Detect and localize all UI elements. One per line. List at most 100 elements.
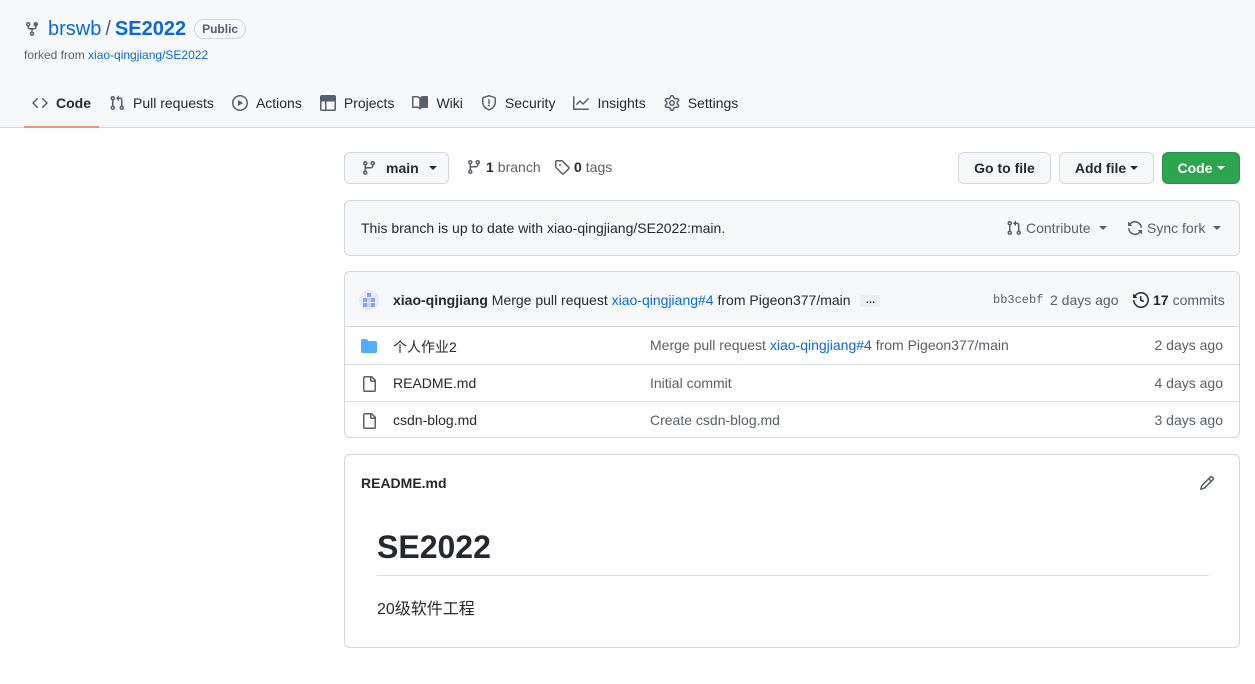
add-file-button[interactable]: Add file — [1059, 152, 1154, 184]
file-commit-message[interactable]: Initial commit — [650, 375, 732, 391]
play-icon — [231, 95, 248, 111]
tab-wiki-label: Wiki — [436, 95, 463, 111]
commit-pr-link[interactable]: xiao-qingjiang#4 — [612, 292, 714, 308]
branch-selector-label: main — [386, 160, 419, 176]
file-icon — [363, 413, 376, 429]
latest-commit-bar: xiao-qingjiang Merge pull request xiao-q… — [345, 272, 1239, 327]
file-commit-message[interactable]: Create csdn-blog.md — [650, 412, 780, 428]
file-commit-message[interactable]: Merge pull request xiao-qingjiang#4 from… — [650, 337, 1009, 353]
file-row[interactable]: csdn-blog.md Create csdn-blog.md 3 days … — [345, 401, 1239, 437]
commit-history-link[interactable]: 17 commits — [1133, 292, 1225, 308]
readme-heading: SE2022 — [377, 527, 1209, 576]
forked-from-label: forked from — [24, 48, 85, 62]
commit-time: 2 days ago — [1050, 292, 1119, 308]
go-to-file-button[interactable]: Go to file — [958, 152, 1051, 184]
readme-body: 20级软件工程 — [377, 601, 475, 618]
path-separator: / — [105, 17, 111, 40]
code-button[interactable]: Code — [1162, 152, 1240, 184]
pull-request-icon — [1007, 220, 1022, 236]
git-branch-icon — [467, 160, 480, 175]
tags-link[interactable]: 0 tags — [554, 159, 612, 175]
tab-security[interactable]: Security — [473, 86, 564, 128]
forked-from-line: forked from xiao-qingjiang/SE2022 — [24, 48, 208, 62]
tab-settings-label: Settings — [687, 95, 739, 111]
history-icon — [1133, 292, 1149, 308]
shield-icon — [481, 95, 496, 111]
readme-panel: README.md SE2022 20级软件工程 — [344, 454, 1240, 648]
branch-selector-button[interactable]: main — [344, 152, 449, 184]
file-commit-pr-link[interactable]: xiao-qingjiang#4 — [770, 337, 872, 353]
file-name-link[interactable]: csdn-blog.md — [393, 412, 477, 428]
file-age: 4 days ago — [1154, 375, 1224, 391]
sync-fork-label: Sync fork — [1147, 220, 1206, 236]
tab-settings[interactable]: Settings — [656, 86, 747, 128]
tag-count: 0 — [574, 159, 582, 175]
repo-title-row: brswb / SE2022 Public — [24, 16, 247, 42]
code-icon — [32, 97, 48, 109]
table-icon — [319, 95, 336, 111]
file-icon — [363, 376, 376, 392]
file-commit-suffix[interactable]: from Pigeon377/main — [876, 337, 1009, 353]
repo-name-link[interactable]: SE2022 — [115, 18, 186, 41]
tag-label: tags — [585, 159, 613, 175]
repo-forked-icon — [26, 22, 38, 37]
expand-commit-message-button[interactable]: … — [860, 295, 881, 308]
readme-filename[interactable]: README.md — [361, 475, 447, 491]
add-file-label: Add file — [1074, 160, 1127, 176]
chevron-down-icon — [1098, 226, 1107, 230]
tab-code-label: Code — [56, 95, 91, 111]
fork-sync-banner: This branch is up to date with xiao-qing… — [344, 200, 1240, 256]
sync-icon — [1128, 221, 1142, 235]
tab-pull-requests[interactable]: Pull requests — [101, 86, 222, 128]
code-button-label: Code — [1177, 160, 1213, 176]
tag-icon — [555, 160, 570, 175]
sync-status-message: This branch is up to date with xiao-qing… — [361, 220, 726, 236]
contribute-label: Contribute — [1026, 220, 1091, 236]
gear-icon — [664, 95, 680, 111]
pull-request-icon — [110, 95, 125, 111]
file-browser: xiao-qingjiang Merge pull request xiao-q… — [344, 271, 1240, 438]
file-name-link[interactable]: README.md — [393, 375, 476, 391]
file-row[interactable]: 个人作业2 Merge pull request xiao-qingjiang#… — [345, 327, 1239, 364]
tab-actions[interactable]: Actions — [224, 86, 310, 128]
commit-sha-link[interactable]: bb3cebf — [993, 293, 1043, 307]
file-age: 3 days ago — [1154, 412, 1224, 428]
repo-header: brswb / SE2022 Public forked from xiao-q… — [0, 0, 1255, 128]
commit-count: 17 — [1153, 292, 1169, 308]
file-name-link[interactable]: 个人作业2 — [393, 337, 457, 357]
tab-projects-label: Projects — [343, 95, 395, 111]
chevron-down-icon — [1213, 226, 1222, 230]
tab-security-label: Security — [504, 95, 556, 111]
branch-label: branch — [497, 159, 541, 175]
commit-count-label: commits — [1172, 292, 1225, 308]
tab-insights[interactable]: Insights — [565, 86, 653, 128]
repo-nav-tabs: Code Pull requests Actions Projects Wiki… — [24, 86, 748, 128]
chevron-down-icon — [1130, 166, 1139, 170]
branches-link[interactable]: 1 branch — [466, 159, 541, 175]
tab-projects[interactable]: Projects — [312, 86, 403, 128]
commit-message-prefix[interactable]: Merge pull request — [492, 292, 608, 308]
latest-commit-message: xiao-qingjiang Merge pull request xiao-q… — [393, 292, 881, 308]
file-age: 2 days ago — [1154, 337, 1224, 353]
forked-source-link[interactable]: xiao-qingjiang/SE2022 — [88, 48, 208, 62]
commit-message-suffix[interactable]: from Pigeon377/main — [717, 292, 850, 308]
git-branch-icon — [362, 161, 375, 176]
tab-insights-label: Insights — [597, 95, 646, 111]
identicon-icon — [363, 293, 375, 307]
contribute-button[interactable]: Contribute — [1006, 220, 1107, 236]
folder-icon — [361, 339, 377, 353]
chevron-down-icon — [428, 166, 437, 170]
commit-author-link[interactable]: xiao-qingjiang — [393, 292, 488, 308]
file-commit-prefix[interactable]: Merge pull request — [650, 337, 766, 353]
chevron-down-icon — [1216, 166, 1225, 170]
tab-pull-requests-label: Pull requests — [133, 95, 214, 111]
avatar[interactable] — [359, 290, 379, 310]
graph-icon — [573, 96, 590, 110]
sync-fork-button[interactable]: Sync fork — [1127, 220, 1222, 236]
file-row[interactable]: README.md Initial commit 4 days ago — [345, 364, 1239, 401]
pencil-icon[interactable] — [1199, 475, 1215, 491]
tab-actions-label: Actions — [255, 95, 302, 111]
tab-wiki[interactable]: Wiki — [404, 86, 470, 128]
tab-code[interactable]: Code — [24, 86, 99, 128]
repo-owner-link[interactable]: brswb — [48, 18, 101, 41]
